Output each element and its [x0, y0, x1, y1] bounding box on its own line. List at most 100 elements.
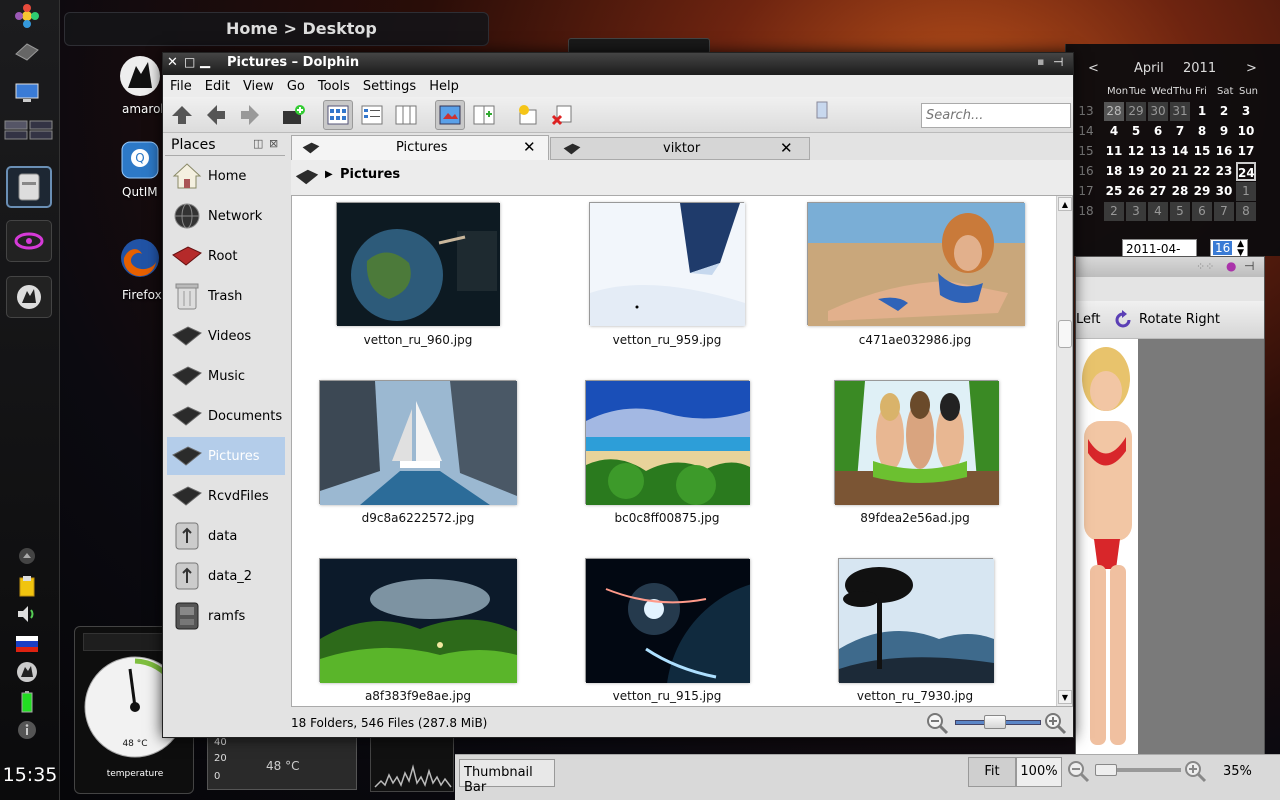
place-network[interactable]: Network: [167, 197, 285, 235]
file-thumbnail[interactable]: [807, 202, 1025, 326]
file-view[interactable]: vetton_ru_960.jpg vetton_ru_959.jpg c471…: [291, 195, 1073, 707]
tab-viktor[interactable]: viktor ✕: [550, 137, 810, 160]
folder-view-breadcrumb[interactable]: Home > Desktop: [226, 19, 377, 38]
zoom-in-icon[interactable]: [1043, 711, 1067, 739]
calendar-month[interactable]: April: [1134, 61, 1164, 76]
taskbar-dolphin-icon[interactable]: [6, 166, 52, 208]
rotate-right-button[interactable]: Rotate Right: [1139, 312, 1220, 327]
file-thumbnail[interactable]: [585, 380, 750, 505]
calendar-day[interactable]: 5: [1170, 202, 1190, 221]
calendar-day[interactable]: 15: [1192, 142, 1212, 161]
calendar-day[interactable]: 13: [1148, 142, 1168, 161]
back-button[interactable]: [201, 100, 231, 130]
menu-file[interactable]: File: [163, 79, 198, 94]
calendar-next-button[interactable]: >: [1246, 61, 1257, 76]
monitor-icon[interactable]: [14, 80, 40, 104]
tab-close-icon[interactable]: ✕: [780, 139, 793, 157]
calendar-day[interactable]: 21: [1170, 162, 1190, 181]
place-music[interactable]: Music: [167, 357, 285, 395]
calendar-day[interactable]: 17: [1236, 142, 1256, 161]
split-view-button[interactable]: [469, 100, 499, 130]
calendar-day[interactable]: 27: [1148, 182, 1168, 201]
file-thumbnail[interactable]: [585, 558, 906, 706]
calendar-day[interactable]: 23: [1214, 162, 1234, 181]
calendar-day[interactable]: 18: [1104, 162, 1124, 181]
close-window-icon[interactable]: ✕: [167, 55, 178, 70]
calendar-day[interactable]: 4: [1104, 122, 1124, 141]
zoom-out-icon[interactable]: [1066, 759, 1090, 787]
menu-help[interactable]: Help: [422, 79, 465, 94]
calendar-day[interactable]: 30: [1148, 102, 1168, 121]
calendar-day[interactable]: 2: [1104, 202, 1124, 221]
file-thumbnail[interactable]: [838, 558, 994, 683]
calendar-day[interactable]: 20: [1148, 162, 1168, 181]
calendar-day[interactable]: 5: [1126, 122, 1146, 141]
place-videos[interactable]: Videos: [167, 317, 285, 355]
minimize-window-icon[interactable]: ▁: [200, 54, 210, 69]
calendar-day[interactable]: 26: [1126, 182, 1146, 201]
calendar-day[interactable]: 22: [1192, 162, 1212, 181]
scroll-thumb[interactable]: [1058, 320, 1072, 348]
calendar-day[interactable]: 1: [1236, 182, 1256, 201]
calendar-prev-button[interactable]: <: [1088, 61, 1099, 76]
file-thumbnail[interactable]: [589, 202, 745, 326]
calendar-day[interactable]: 1: [1192, 102, 1212, 121]
place-root[interactable]: Root: [167, 237, 285, 275]
calendar-day[interactable]: 11: [1104, 142, 1124, 161]
zoom-in-icon[interactable]: [1183, 759, 1207, 787]
icons-view-button[interactable]: [323, 100, 353, 130]
info-icon[interactable]: [14, 718, 40, 742]
file-name[interactable]: a8f383f9e8ae.jpg: [308, 689, 528, 703]
file-name[interactable]: d9c8a6222572.jpg: [308, 511, 528, 525]
calendar-day[interactable]: 7: [1214, 202, 1234, 221]
details-view-button[interactable]: [357, 100, 387, 130]
file-name[interactable]: vetton_ru_915.jpg: [557, 689, 777, 703]
calendar-day[interactable]: 8: [1236, 202, 1256, 221]
clipboard-icon[interactable]: [14, 574, 40, 598]
taskbar-wolf-icon[interactable]: [6, 276, 52, 318]
zoom-out-icon[interactable]: [925, 711, 949, 739]
rotate-left-button[interactable]: Left: [1076, 312, 1100, 327]
temperature-graph-widget[interactable]: 40 20 0 48 °C: [207, 736, 357, 790]
place-rcvdfiles[interactable]: RcvdFiles: [167, 477, 285, 515]
place-data-2[interactable]: data_2: [167, 557, 285, 595]
panel-expand-icon[interactable]: [14, 544, 40, 568]
calendar-year[interactable]: 2011: [1183, 61, 1216, 76]
pager-icon[interactable]: [4, 118, 54, 142]
file-name[interactable]: vetton_ru_959.jpg: [557, 333, 777, 347]
keep-above-window-icon[interactable]: ⊣: [1053, 55, 1063, 69]
panel-float-icon[interactable]: ◫: [253, 137, 263, 150]
scroll-down-icon[interactable]: ▼: [1058, 690, 1072, 704]
calendar-day[interactable]: 9: [1214, 122, 1234, 141]
vertical-scrollbar[interactable]: ▲ ▼: [1056, 196, 1072, 706]
window-menu-icon[interactable]: ▪: [1037, 55, 1044, 68]
zoom-slider-handle[interactable]: [983, 715, 1006, 729]
amarok-icon[interactable]: [118, 54, 162, 98]
calendar-day[interactable]: 3: [1236, 102, 1256, 121]
calendar-day[interactable]: 25: [1104, 182, 1124, 201]
calendar-day[interactable]: 28: [1104, 102, 1124, 121]
panel-close-icon[interactable]: ⊠: [269, 137, 278, 150]
calendar-day[interactable]: 30: [1214, 182, 1234, 201]
file-name[interactable]: c471ae032986.jpg: [805, 333, 1025, 347]
kickoff-menu-icon[interactable]: [14, 4, 40, 28]
firefox-icon[interactable]: [118, 236, 162, 280]
preview-button[interactable]: [435, 100, 465, 130]
menu-edit[interactable]: Edit: [198, 79, 236, 94]
pin-icon[interactable]: ●: [1226, 259, 1236, 273]
calendar-day[interactable]: 6: [1148, 122, 1168, 141]
clock[interactable]: 15:35: [0, 764, 60, 786]
calendar-day[interactable]: 6: [1192, 202, 1212, 221]
search-input[interactable]: [921, 103, 1071, 128]
menu-settings[interactable]: Settings: [356, 79, 422, 94]
scroll-up-icon[interactable]: ▲: [1058, 197, 1072, 211]
calendar-day[interactable]: 14: [1170, 142, 1190, 161]
qutim-label[interactable]: QutIM: [122, 185, 158, 199]
calendar-day[interactable]: 16: [1214, 142, 1234, 161]
menu-tools[interactable]: Tools: [311, 79, 356, 94]
calendar-day[interactable]: 4: [1148, 202, 1168, 221]
network-graph-widget[interactable]: [370, 736, 454, 792]
battery-icon[interactable]: [14, 690, 40, 714]
file-thumbnail[interactable]: [319, 380, 517, 505]
zoom-100-button[interactable]: 100%: [1016, 757, 1062, 787]
